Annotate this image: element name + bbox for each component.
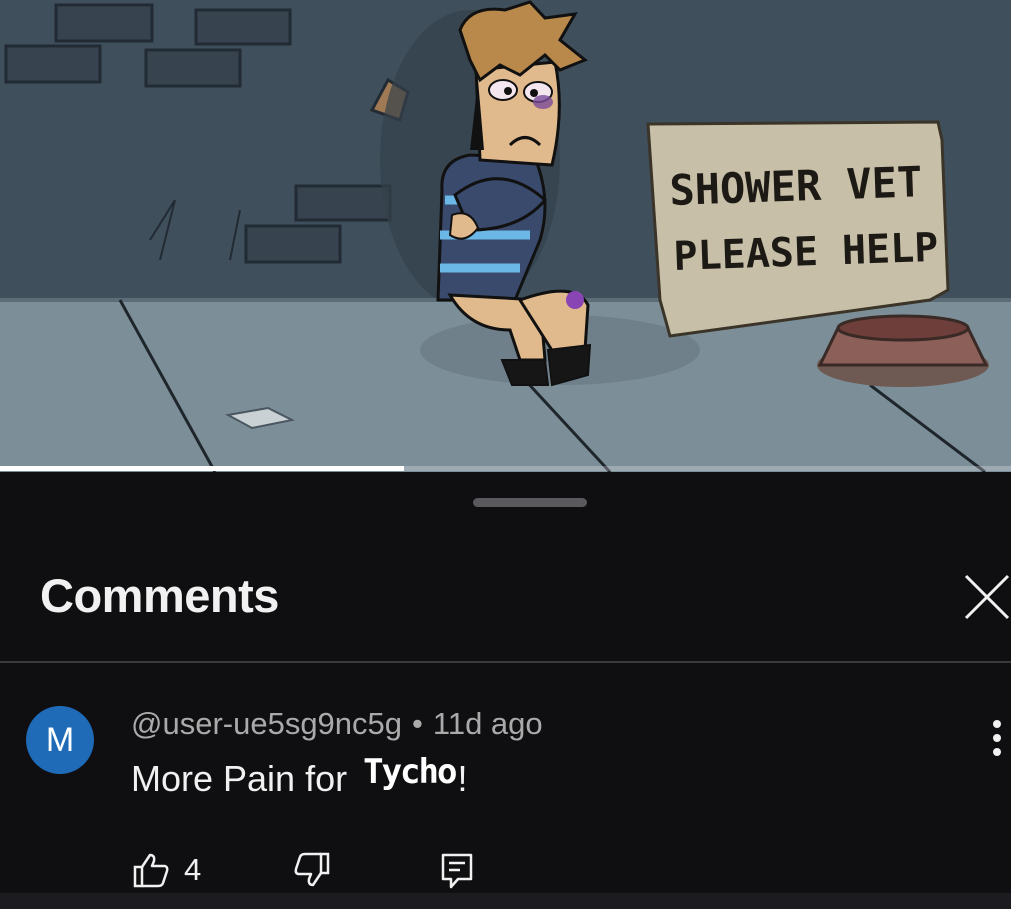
comment-text-prefix: More Pain for — [131, 758, 348, 799]
more-vertical-icon — [993, 720, 1001, 756]
bowl — [817, 314, 989, 387]
comment-text: More Pain for Tycho! — [131, 752, 468, 800]
video-progress-bar[interactable] — [0, 466, 1011, 471]
avatar[interactable]: M — [26, 706, 94, 774]
comment-handwritten-name: Tycho — [363, 752, 457, 792]
comment-meta: @user-ue5sg9nc5g • 11d ago — [131, 706, 543, 742]
video-frame-scene: SHOWER VET PLEASE HELP — [0, 0, 1011, 472]
like-button[interactable]: 4 — [132, 852, 201, 888]
sign-line2: PLEASE HELP — [673, 225, 939, 280]
reply-button[interactable] — [440, 852, 474, 895]
sign-line1: SHOWER VET — [669, 157, 923, 215]
dislike-button[interactable] — [293, 852, 331, 893]
meta-separator: • — [412, 706, 423, 741]
more-options-button[interactable] — [983, 716, 1011, 766]
drag-handle[interactable] — [473, 498, 587, 507]
like-count: 4 — [184, 852, 202, 887]
thumbs-up-icon — [133, 853, 169, 888]
comments-title: Comments — [40, 569, 279, 622]
thumbs-down-icon — [294, 852, 330, 887]
divider — [0, 661, 1011, 663]
comment-text-suffix: ! — [457, 758, 468, 799]
comments-sheet: Comments M @user-ue5sg9nc5g • 11d ago More… — [0, 472, 1011, 909]
close-button[interactable] — [958, 568, 1011, 621]
comment-time: 11d ago — [432, 706, 543, 741]
avatar-initial: M — [45, 720, 75, 759]
bottom-bar — [0, 893, 1011, 909]
video-progress-fill — [0, 466, 405, 471]
cardboard-sign: SHOWER VET PLEASE HELP — [646, 120, 950, 338]
comment-username[interactable]: @user-ue5sg9nc5g — [131, 706, 402, 741]
video-player[interactable]: SHOWER VET PLEASE HELP — [0, 0, 1011, 472]
reply-icon — [441, 853, 473, 889]
close-icon — [964, 574, 1010, 620]
